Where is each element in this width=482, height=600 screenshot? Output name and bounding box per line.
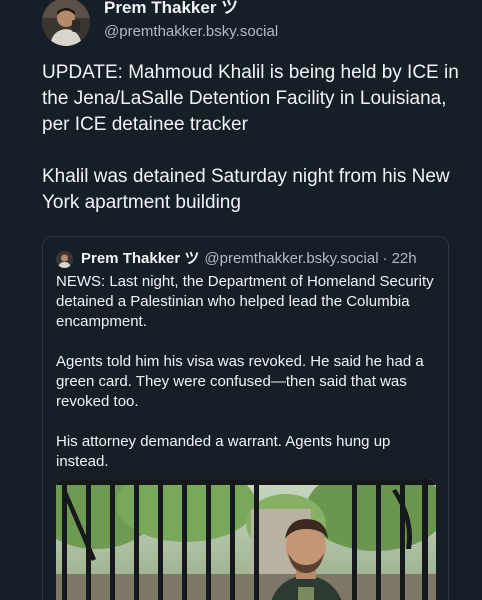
author-info: Prem Thakker ツ @premthakker.bsky.social xyxy=(104,0,278,42)
post-text: UPDATE: Mahmoud Khalil is being held by … xyxy=(42,60,462,216)
photo-gate-portrait xyxy=(56,479,436,600)
post: Prem Thakker ツ @premthakker.bsky.social … xyxy=(0,0,482,600)
quoted-post[interactable]: Prem Thakker ツ @premthakker.bsky.social … xyxy=(42,236,449,600)
post-paragraph: UPDATE: Mahmoud Khalil is being held by … xyxy=(42,62,459,135)
avatar-photo xyxy=(42,0,90,46)
quoted-paragraph: Agents told him his visa was revoked. He… xyxy=(56,353,424,410)
quoted-paragraph: NEWS: Last night, the Department of Home… xyxy=(56,273,434,330)
post-header: Prem Thakker ツ @premthakker.bsky.social xyxy=(42,0,278,46)
quoted-avatar-photo xyxy=(56,250,73,268)
quoted-avatar xyxy=(56,250,73,268)
quoted-timestamp: 22h xyxy=(391,250,417,267)
quoted-paragraph: His attorney demanded a warrant. Agents … xyxy=(56,433,391,470)
quoted-author-handle: @premthakker.bsky.social xyxy=(204,250,379,267)
post-paragraph: Khalil was detained Saturday night from … xyxy=(42,166,450,213)
separator-dot: · xyxy=(382,250,388,267)
quoted-post-image[interactable] xyxy=(56,479,436,600)
author-handle[interactable]: @premthakker.bsky.social xyxy=(104,22,278,42)
author-display-name[interactable]: Prem Thakker ツ xyxy=(104,0,278,18)
quoted-post-header: Prem Thakker ツ @premthakker.bsky.social … xyxy=(56,249,417,269)
quoted-post-text: NEWS: Last night, the Department of Home… xyxy=(56,272,436,472)
avatar[interactable] xyxy=(42,0,90,46)
quoted-author-name: Prem Thakker ツ xyxy=(81,250,200,267)
